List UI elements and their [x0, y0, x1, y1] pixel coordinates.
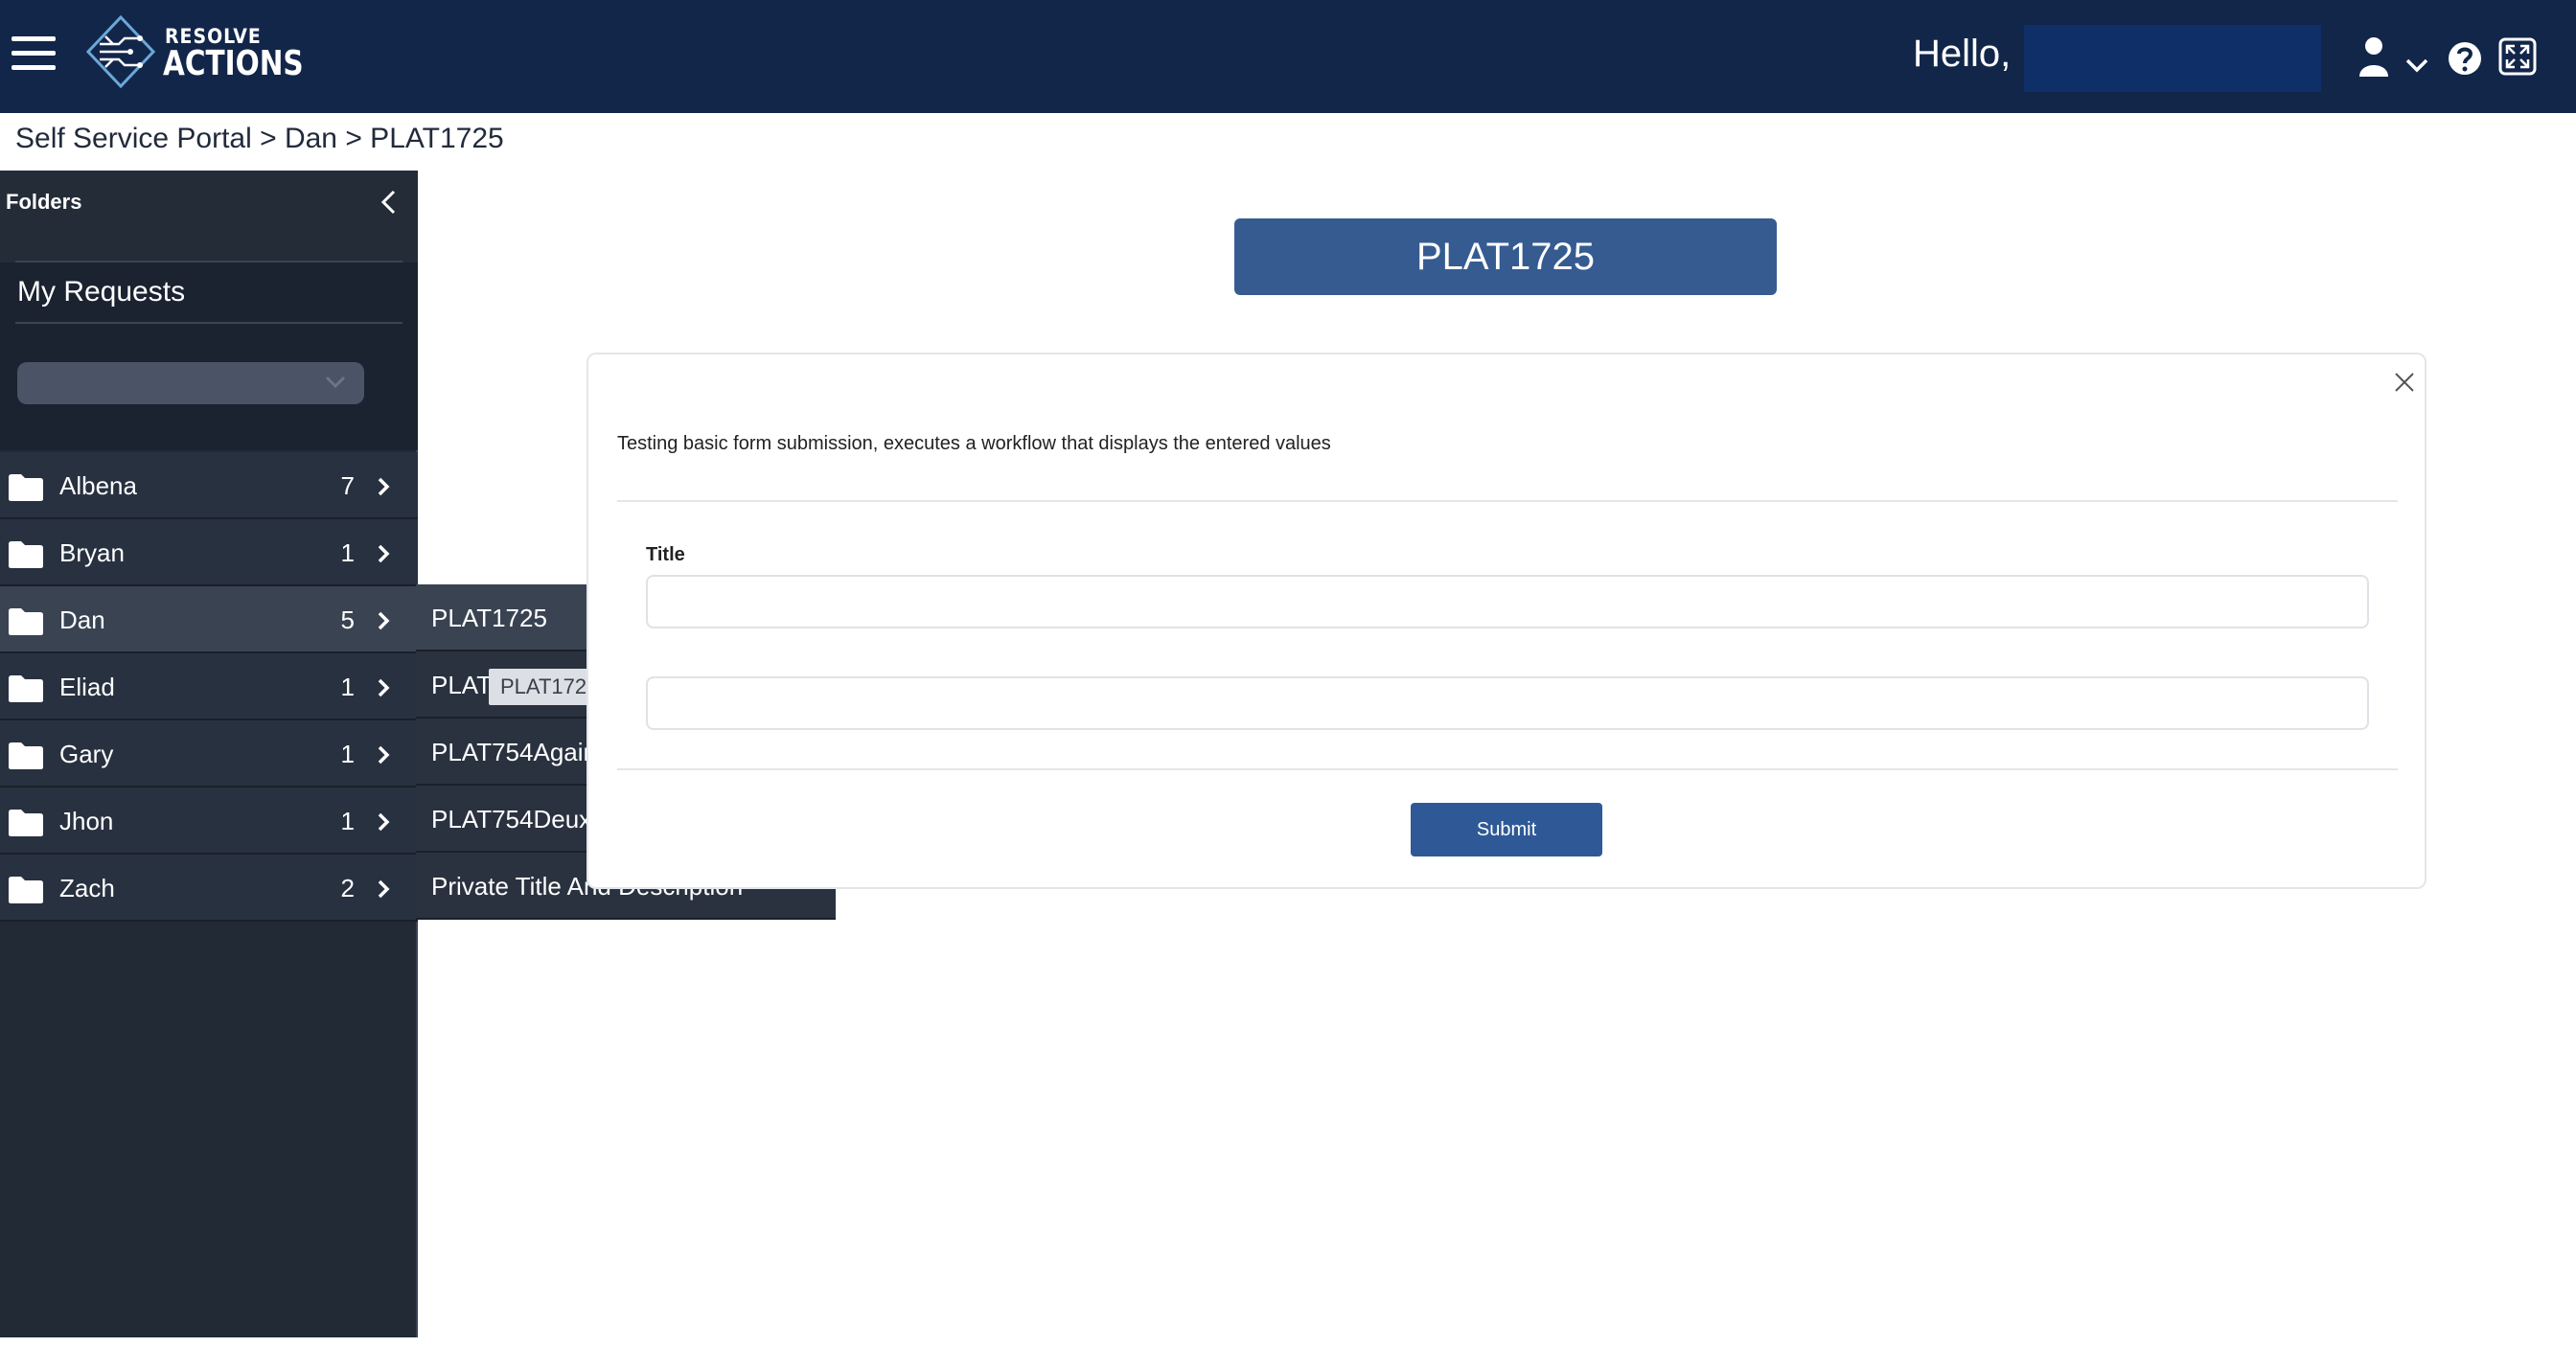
chevron-right-icon	[378, 544, 390, 563]
greeting: Hello,	[1913, 33, 2012, 75]
submenu-item-label: PLAT	[431, 671, 493, 699]
folder-icon	[9, 541, 43, 568]
hamburger-icon[interactable]	[12, 36, 58, 71]
user-name-redacted	[2024, 25, 2321, 92]
help-icon[interactable]	[2446, 36, 2484, 80]
folder-count: 1	[340, 538, 355, 567]
folder-row-jhon[interactable]: Jhon 1	[0, 788, 418, 855]
top-bar: RESOLVE ACTIONS Hello,	[0, 0, 2576, 113]
folder-name: Dan	[59, 605, 105, 634]
folder-row-albena[interactable]: Albena 7	[0, 452, 418, 519]
chevron-down-icon	[325, 376, 346, 389]
folder-icon	[9, 742, 43, 769]
fullscreen-icon[interactable]	[2497, 34, 2538, 79]
submit-button[interactable]: Submit	[1411, 803, 1602, 856]
submenu-item-label: PLAT754Deux	[431, 805, 592, 833]
folder-count: 7	[340, 471, 355, 500]
folder-icon	[9, 675, 43, 702]
folders-sidebar: Folders My Requests Albena 7 Bryan 1 Dan…	[0, 171, 418, 1337]
folder-list: Albena 7 Bryan 1 Dan 5 Eliad 1 Gary 1 Jh…	[0, 452, 418, 922]
folder-name: Zach	[59, 874, 115, 902]
requests-dropdown[interactable]	[17, 362, 364, 404]
folder-row-gary[interactable]: Gary 1	[0, 720, 418, 788]
chevron-right-icon	[378, 611, 390, 630]
form-title: PLAT1725	[1234, 218, 1777, 295]
title-input[interactable]	[646, 575, 2369, 628]
folder-count: 1	[340, 807, 355, 835]
divider	[617, 500, 2398, 502]
chevron-right-icon	[378, 812, 390, 832]
folder-count: 2	[340, 874, 355, 902]
folders-title: Folders	[6, 190, 82, 214]
description-input[interactable]	[646, 676, 2369, 730]
my-requests-label[interactable]: My Requests	[17, 276, 185, 308]
user-icon[interactable]	[2358, 34, 2390, 79]
folder-row-eliad[interactable]: Eliad 1	[0, 653, 418, 720]
submenu-item-label: PLAT754Again	[431, 738, 597, 766]
form-description: Testing basic form submission, executes …	[617, 433, 1331, 454]
folder-icon	[9, 877, 43, 903]
chevron-right-icon	[378, 879, 390, 899]
folder-count: 1	[340, 740, 355, 768]
close-icon[interactable]	[2392, 370, 2417, 395]
logo-text-bottom: ACTIONS	[163, 44, 304, 83]
folder-row-dan[interactable]: Dan 5	[0, 586, 418, 653]
chevron-right-icon	[378, 745, 390, 765]
breadcrumb[interactable]: Self Service Portal > Dan > PLAT1725	[15, 123, 504, 155]
chevron-right-icon	[378, 678, 390, 697]
folder-icon	[9, 810, 43, 836]
chevron-left-icon[interactable]	[378, 188, 399, 217]
folders-header: Folders	[0, 171, 418, 263]
title-label: Title	[646, 544, 685, 565]
divider	[617, 768, 2398, 770]
logo[interactable]: RESOLVE ACTIONS	[86, 15, 304, 88]
folder-name: Eliad	[59, 673, 115, 701]
my-requests-section: My Requests	[0, 263, 418, 450]
chevron-right-icon	[378, 477, 390, 496]
folder-icon	[9, 608, 43, 635]
folder-name: Bryan	[59, 538, 125, 567]
folder-row-zach[interactable]: Zach 2	[0, 855, 418, 922]
folder-name: Jhon	[59, 807, 114, 835]
submenu-item-label: PLAT1725	[431, 604, 547, 632]
logo-mark-icon	[86, 15, 155, 88]
folder-count: 1	[340, 673, 355, 701]
folder-name: Albena	[59, 471, 137, 500]
chevron-down-icon[interactable]	[2404, 44, 2430, 88]
folder-count: 5	[340, 605, 355, 634]
form-card: Testing basic form submission, executes …	[586, 353, 2426, 889]
folder-icon	[9, 474, 43, 501]
folder-row-bryan[interactable]: Bryan 1	[0, 519, 418, 586]
folder-name: Gary	[59, 740, 114, 768]
divider	[15, 322, 402, 324]
